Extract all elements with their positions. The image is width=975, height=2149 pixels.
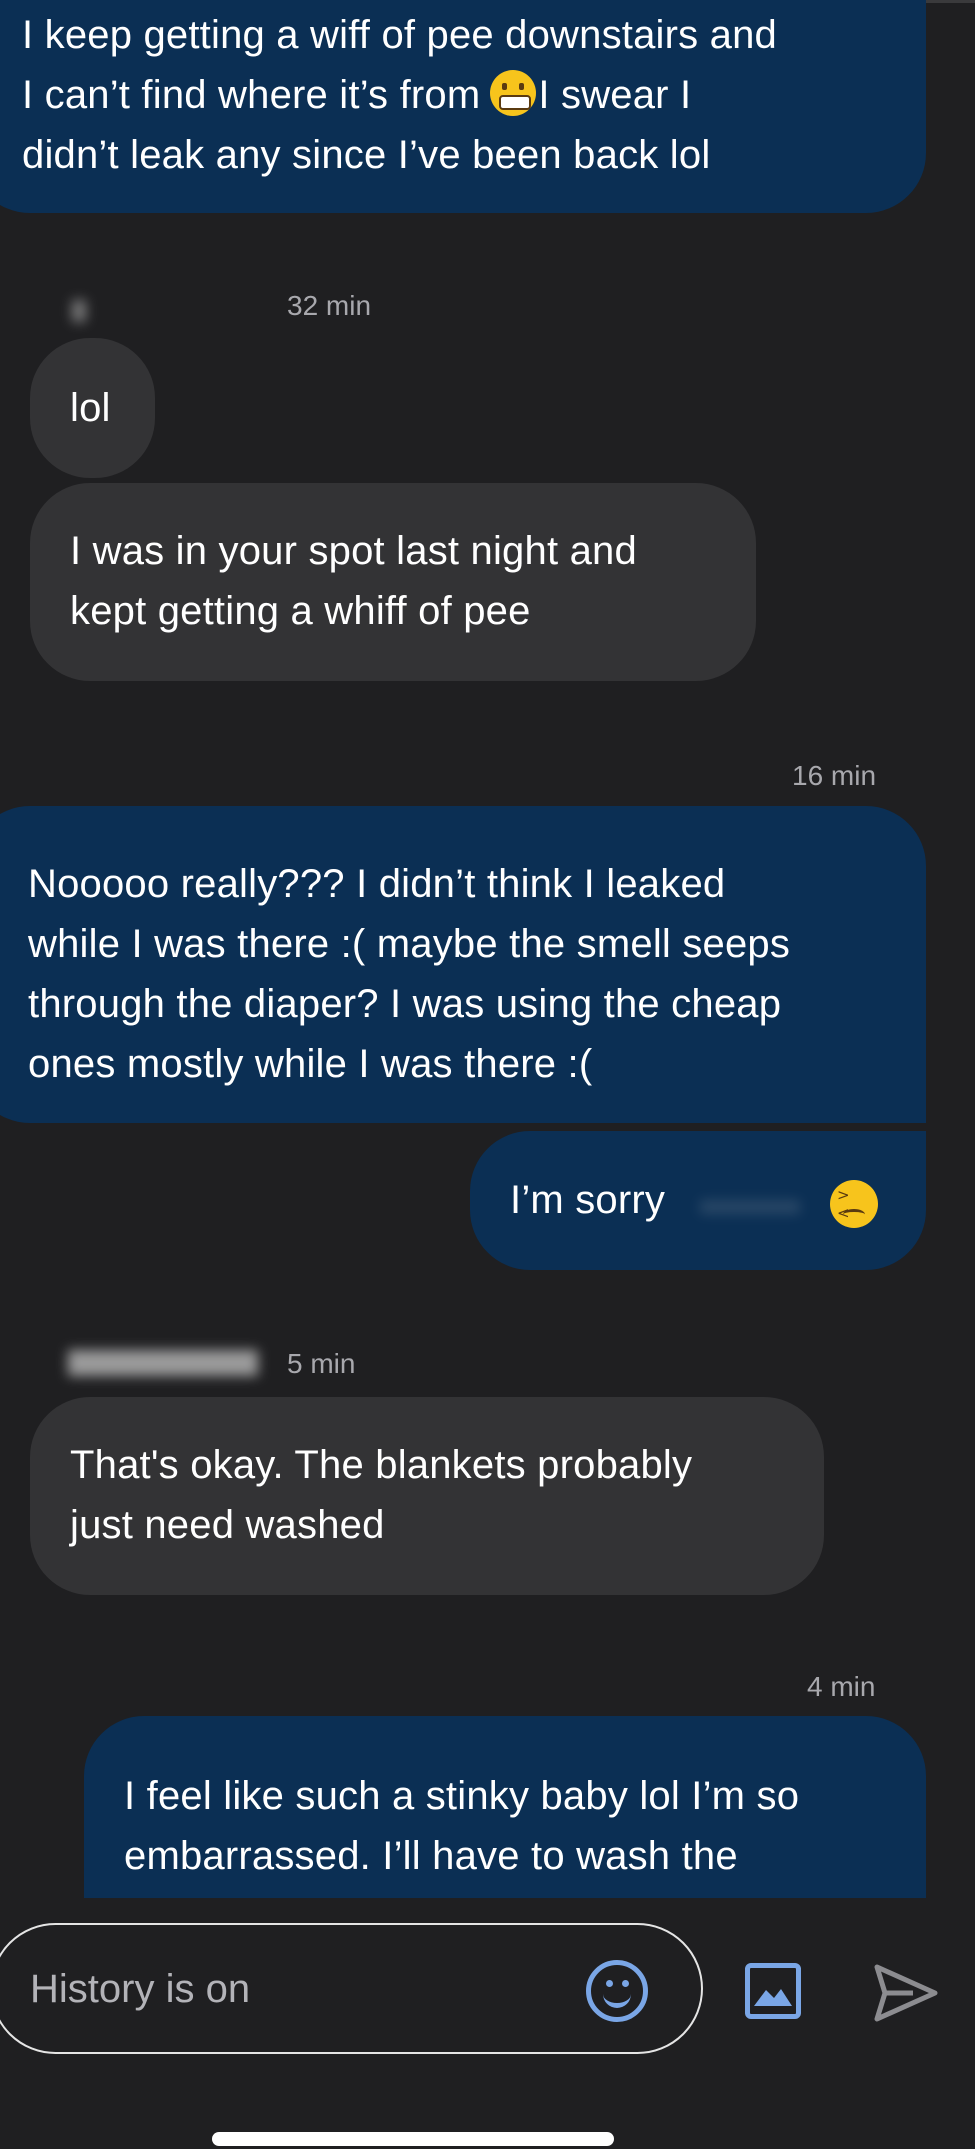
message-text: lol bbox=[70, 386, 111, 430]
smiley-icon[interactable] bbox=[586, 1960, 648, 2022]
message-outgoing[interactable]: I feel like such a stinky baby lol I’m s… bbox=[84, 1716, 926, 1898]
message-input[interactable]: History is on bbox=[0, 1923, 703, 2054]
home-indicator[interactable] bbox=[212, 2132, 614, 2146]
timestamp: 5 min bbox=[287, 1348, 356, 1379]
timestamp: 32 min bbox=[287, 290, 372, 321]
chat-screen: I keep getting a wiff of pee downstairs … bbox=[0, 0, 975, 2149]
sender-avatar-blurred bbox=[72, 300, 86, 322]
timestamp: 4 min bbox=[807, 1671, 876, 1702]
message-text: Nooooo really??? I didn’t think I leaked… bbox=[28, 862, 791, 1086]
message-outgoing[interactable]: Nooooo really??? I didn’t think I leaked… bbox=[0, 806, 926, 1123]
timestamp: 16 min bbox=[792, 760, 877, 791]
message-incoming[interactable]: That's okay. The blankets probably just … bbox=[30, 1397, 824, 1595]
sender-name-blurred bbox=[68, 1350, 258, 1376]
message-list[interactable]: I keep getting a wiff of pee downstairs … bbox=[0, 0, 975, 1898]
message-text: I feel like such a stinky baby lol I’m s… bbox=[124, 1774, 800, 1878]
confounded-emoji-icon bbox=[830, 1180, 878, 1228]
message-text: That's okay. The blankets probably just … bbox=[70, 1443, 693, 1547]
message-incoming[interactable]: I was in your spot last night and kept g… bbox=[30, 483, 756, 681]
image-icon[interactable] bbox=[745, 1963, 801, 2019]
redacted-name-blur bbox=[700, 1200, 800, 1214]
message-text: I’m sorry bbox=[510, 1178, 666, 1222]
message-incoming[interactable]: lol bbox=[30, 338, 155, 478]
message-outgoing[interactable]: I keep getting a wiff of pee downstairs … bbox=[0, 0, 926, 213]
message-text: I was in your spot last night and kept g… bbox=[70, 529, 637, 633]
message-input-placeholder: History is on bbox=[30, 1967, 251, 2011]
send-icon[interactable] bbox=[873, 1963, 939, 2023]
grimacing-emoji-icon bbox=[490, 70, 537, 116]
